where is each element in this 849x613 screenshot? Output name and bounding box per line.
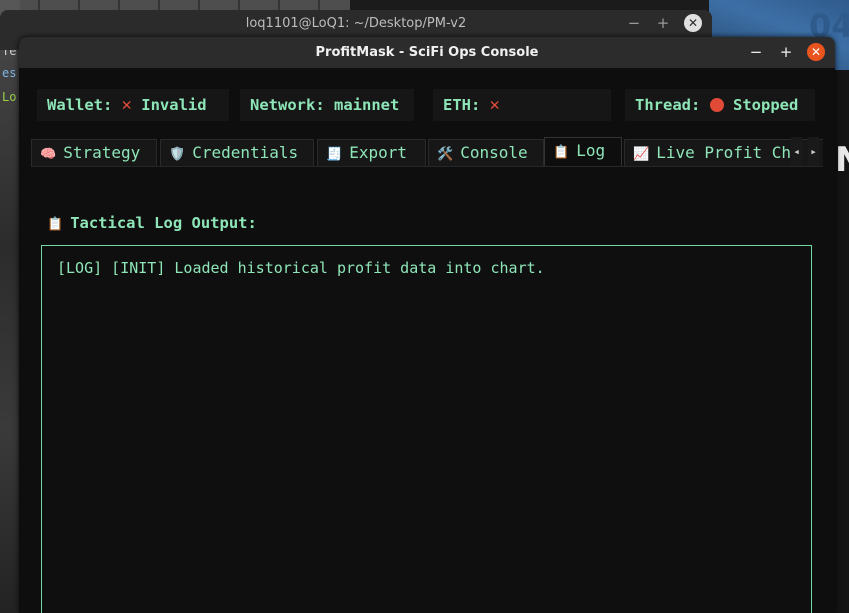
tab-label: Console — [460, 143, 528, 162]
tab-credentials[interactable]: 🛡️ Credentials — [160, 139, 314, 167]
thread-status: Thread: Stopped — [625, 89, 815, 121]
wallet-status: Wallet: ✕ Invalid — [37, 89, 229, 121]
panel-title: 📋 Tactical Log Output: — [47, 214, 257, 232]
tab-scroll-left-button[interactable]: ◂ — [791, 137, 802, 167]
chart-increasing-icon: 📈 — [633, 147, 650, 162]
brain-icon: 🧠 — [40, 147, 57, 162]
terminal-title: loq1101@LoQ1: ~/Desktop/PM-v2 — [245, 16, 467, 31]
eth-label: ETH: — [443, 96, 481, 114]
window-close-button[interactable]: ✕ — [807, 43, 825, 61]
network-status: Network: mainnet — [240, 89, 414, 121]
log-line: [LOG] [INIT] Loaded historical profit da… — [57, 259, 545, 277]
terminal-maximize-button[interactable]: + — [654, 14, 672, 32]
clipboard-icon: 📋 — [553, 145, 570, 160]
desktop-fragment-text: Lo — [2, 90, 17, 104]
wallet-value: Invalid — [141, 96, 207, 114]
tab-strategy[interactable]: 🧠 Strategy — [31, 139, 157, 167]
tab-console[interactable]: 🛠️ Console — [428, 139, 544, 167]
tab-log[interactable]: 📋 Log — [544, 137, 622, 167]
receipt-icon: 🧾 — [326, 147, 343, 162]
app-content: Wallet: ✕ Invalid Network: mainnet ETH: … — [19, 68, 835, 613]
tools-icon: 🛠️ — [437, 147, 454, 162]
tab-label: Live Profit Ch — [656, 143, 792, 162]
panel-title-text: Tactical Log Output: — [70, 214, 257, 232]
tab-export[interactable]: 🧾 Export — [317, 139, 426, 167]
thread-value: Stopped — [733, 96, 799, 114]
window-title: ProfitMask - SciFi Ops Console — [315, 45, 539, 60]
clipboard-icon: 📋 — [47, 217, 64, 232]
shield-icon: 🛡️ — [169, 147, 186, 162]
terminal-close-button[interactable]: ✕ — [684, 14, 702, 32]
eth-status: ETH: ✕ — [433, 89, 611, 121]
invalid-x-icon: ✕ — [121, 95, 132, 115]
desktop-fragment-text: es — [2, 66, 17, 80]
desktop-right-letter: N — [835, 140, 849, 180]
window-minimize-button[interactable]: − — [747, 43, 765, 61]
log-output-area[interactable]: [LOG] [INIT] Loaded historical profit da… — [41, 245, 812, 613]
window-maximize-button[interactable]: + — [777, 43, 795, 61]
tab-label: Export — [349, 143, 407, 162]
wallet-label: Wallet: — [47, 96, 113, 114]
tab-bar: 🧠 Strategy 🛡️ Credentials 🧾 Export 🛠️ Consol… — [31, 137, 823, 167]
tab-label: Credentials — [192, 143, 299, 162]
network-label: Network: — [250, 96, 325, 114]
app-window: ProfitMask - SciFi Ops Console − + ✕ Wal… — [19, 37, 835, 613]
tab-label: Strategy — [63, 143, 141, 162]
tab-label: Log — [576, 141, 606, 160]
stopped-dot-icon — [709, 98, 724, 112]
terminal-minimize-button[interactable]: − — [625, 14, 643, 32]
window-titlebar[interactable]: ProfitMask - SciFi Ops Console − + ✕ — [19, 37, 835, 68]
network-value: mainnet — [334, 96, 400, 114]
thread-label: Thread: — [635, 96, 701, 114]
eth-x-icon: ✕ — [489, 95, 500, 115]
tab-scroll-right-button[interactable]: ▸ — [808, 137, 819, 167]
tab-divider — [31, 166, 823, 167]
